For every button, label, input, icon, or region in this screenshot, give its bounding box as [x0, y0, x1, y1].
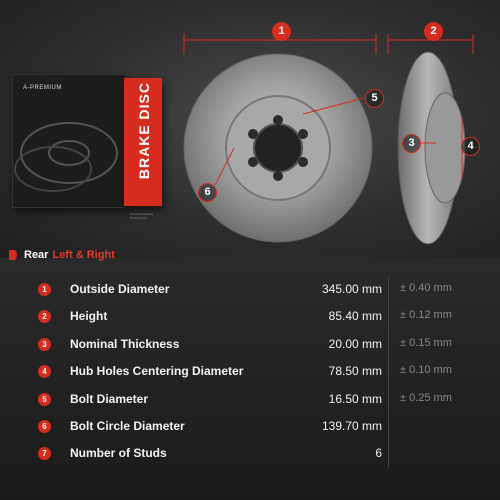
brand-mark-icon [9, 250, 17, 260]
spec-row: 5 Bolt Diameter 16.50 mm ± 0.25 mm [0, 387, 500, 414]
spec-label: Bolt Diameter [70, 392, 149, 406]
spec-row: 4 Hub Holes Centering Diameter 78.50 mm … [0, 359, 500, 386]
spec-label: Bolt Circle Diameter [70, 419, 185, 433]
row-number: 1 [38, 283, 51, 296]
position-label: Rear [24, 249, 49, 261]
spec-tolerance: ± 0.40 mm [400, 282, 452, 294]
spec-row: 2 Height 85.40 mm ± 0.12 mm [0, 304, 500, 331]
marker-5: 5 [365, 89, 384, 108]
spec-row: 3 Nominal Thickness 20.00 mm ± 0.15 mm [0, 332, 500, 359]
spec-value: 78.50 mm [328, 364, 382, 378]
marker-4: 4 [461, 137, 480, 156]
spec-label: Nominal Thickness [70, 337, 180, 351]
spec-value: 139.70 mm [321, 419, 382, 433]
row-number: 5 [38, 393, 51, 406]
spec-row: 7 Number of Studs 6 [0, 441, 500, 468]
spec-value: 85.40 mm [328, 309, 382, 323]
marker-6: 6 [198, 183, 217, 202]
row-number: 2 [38, 310, 51, 323]
spec-value: 345.00 mm [321, 282, 382, 296]
spec-value: 16.50 mm [328, 392, 382, 406]
spec-label: Hub Holes Centering Diameter [70, 364, 244, 378]
spec-tolerance: ± 0.12 mm [400, 309, 452, 321]
spec-row: 1 Outside Diameter 345.00 mm ± 0.40 mm [0, 277, 500, 304]
row-number: 4 [38, 365, 51, 378]
spec-tolerance: ± 0.10 mm [400, 364, 452, 376]
marker-3: 3 [402, 134, 421, 153]
brake-disc-illustration [183, 34, 474, 245]
spec-label: Outside Diameter [70, 282, 170, 296]
row-number: 7 [38, 447, 51, 460]
spec-value: 6 [375, 446, 382, 460]
spec-label: Number of Studs [70, 446, 167, 460]
spec-tolerance: ± 0.15 mm [400, 337, 452, 349]
spec-label: Height [70, 309, 108, 323]
spec-value: 20.00 mm [328, 337, 382, 351]
row-number: 6 [38, 420, 51, 433]
side-label: Left & Right [52, 249, 115, 261]
marker-2: 2 [424, 22, 443, 41]
marker-1: 1 [272, 22, 291, 41]
spec-row: 6 Bolt Circle Diameter 139.70 mm [0, 414, 500, 441]
fitment-header: Rear Left & Right [8, 249, 115, 261]
row-number: 3 [38, 338, 51, 351]
spec-tolerance: ± 0.25 mm [400, 392, 452, 404]
